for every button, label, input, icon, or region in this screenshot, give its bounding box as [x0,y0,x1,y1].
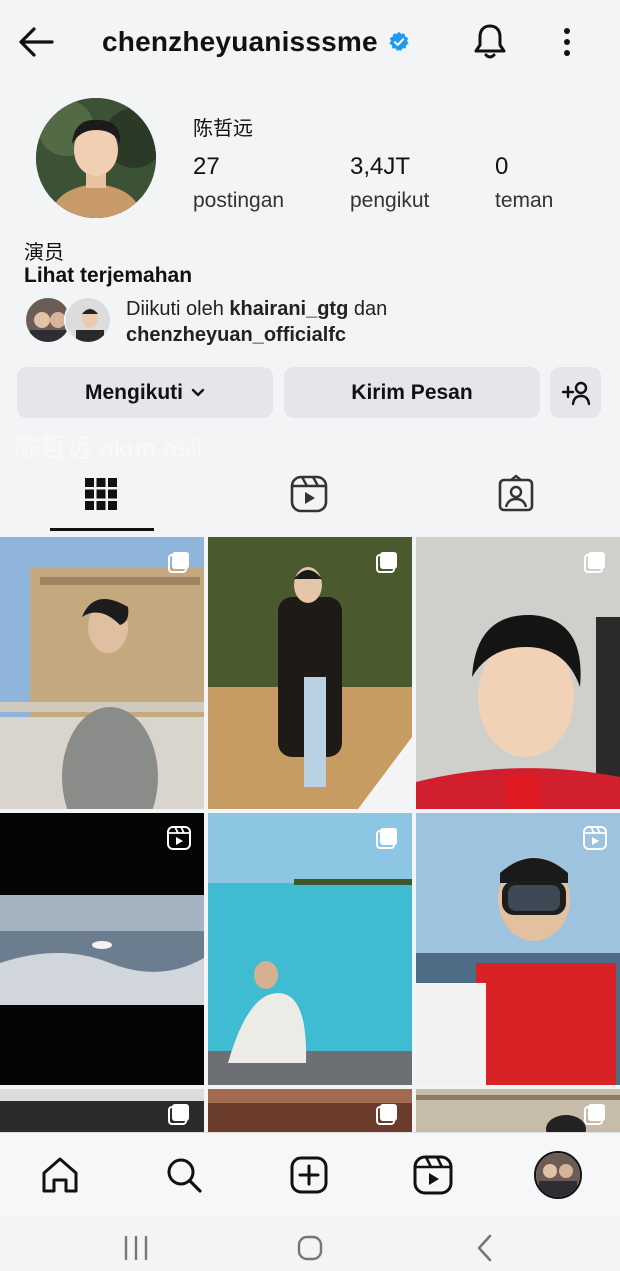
carousel-icon [376,552,397,573]
see-translation-link[interactable]: Lihat terjemahan [24,264,192,288]
profile-bio: 演员 [24,242,64,264]
system-navigation-bar [0,1216,620,1271]
follower-avatar [64,296,112,344]
followed-by-connector: dan [348,298,388,320]
display-name: 陈哲远 [193,118,253,140]
followed-by-user2[interactable]: chenzheyuan_officialfc [126,324,346,346]
carousel-icon [584,1104,605,1125]
stat-friends-value: 0 [495,153,509,180]
stat-posts-value: 27 [193,153,220,180]
reels-icon[interactable] [411,1153,455,1197]
profile-username: chenzheyuanisssme [102,26,378,57]
profile-avatar[interactable] [534,1151,582,1199]
profile-header: chenzheyuanisssme [0,0,620,84]
search-icon[interactable] [162,1153,206,1197]
carousel-icon [584,552,605,573]
profile-avatar[interactable] [36,98,156,218]
active-tab-indicator [50,528,154,531]
carousel-icon [376,828,397,849]
reels-icon[interactable] [289,474,329,514]
followed-by-text[interactable]: Diikuti oleh khairani_gtg dan chenzheyua… [126,296,387,348]
add-person-icon [561,381,590,405]
post-thumbnail[interactable] [416,813,620,1085]
stat-posts[interactable]: 27 postingan [193,153,284,213]
post-thumbnail[interactable] [208,813,412,1085]
back-icon[interactable] [468,1230,504,1266]
create-icon[interactable] [287,1153,331,1197]
overlay-caption: : 陈哲远 akun asli [0,433,203,463]
followed-by-user1[interactable]: khairani_gtg [229,298,348,320]
stat-posts-label: postingan [193,189,285,212]
carousel-icon [168,1104,189,1125]
following-button-label: Mengikuti [85,380,183,404]
followed-by-prefix: Diikuti oleh [126,298,230,320]
chevron-down-icon [191,388,205,396]
post-thumbnail[interactable] [416,1089,620,1133]
bell-icon[interactable] [470,20,510,62]
back-arrow-icon[interactable] [14,22,58,62]
reel-icon [167,826,191,850]
post-thumbnail[interactable] [208,1089,412,1133]
carousel-icon [168,552,189,573]
stat-followers-value: 3,4JT [350,153,411,180]
post-thumbnail[interactable] [0,813,204,1085]
following-button[interactable]: Mengikuti [17,367,273,418]
post-thumbnail[interactable] [416,537,620,809]
send-message-label: Kirim Pesan [351,380,473,404]
post-thumbnail[interactable] [0,1089,204,1133]
home-icon[interactable] [38,1153,82,1197]
recent-apps-icon[interactable] [118,1230,154,1266]
grid-icon[interactable] [81,474,121,514]
tagged-icon[interactable] [496,474,536,514]
reel-icon [583,826,607,850]
bottom-navigation [0,1132,620,1216]
profile-tabs [0,466,620,532]
carousel-icon [376,1104,397,1125]
verified-badge-icon [389,31,409,51]
suggest-people-button[interactable] [550,367,601,418]
send-message-button[interactable]: Kirim Pesan [284,367,540,418]
home-button-icon[interactable] [292,1230,328,1266]
followed-by-avatars[interactable] [24,296,114,344]
post-thumbnail[interactable] [208,537,412,809]
more-options-icon[interactable] [552,22,582,62]
username-row: chenzheyuanisssme [102,22,410,62]
stat-followers-label: pengikut [350,189,430,212]
avatar-photo [36,98,156,218]
stat-friends-label: teman [495,189,554,212]
stat-followers[interactable]: 3,4JT pengikut [350,153,429,213]
stat-friends[interactable]: 0 teman [495,153,553,213]
post-thumbnail[interactable] [0,537,204,809]
